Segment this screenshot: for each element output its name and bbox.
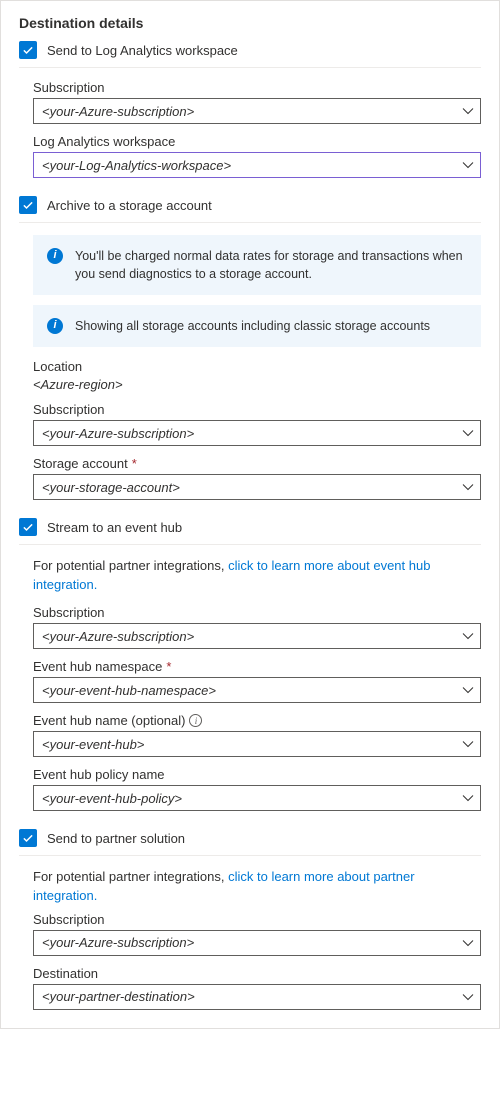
chevron-down-icon (462, 792, 474, 804)
required-marker: * (166, 659, 171, 674)
partner-checkbox-row: Send to partner solution (19, 829, 481, 847)
storage-info-charges-text: You'll be charged normal data rates for … (75, 247, 467, 283)
eh-name-dropdown[interactable]: <your-event-hub> (33, 731, 481, 757)
chevron-down-icon (462, 481, 474, 493)
chevron-down-icon (462, 738, 474, 750)
storage-account-label: Storage account * (33, 456, 481, 471)
eventhub-section: For potential partner integrations, clic… (19, 557, 481, 811)
storage-section: i You'll be charged normal data rates fo… (19, 235, 481, 500)
log-analytics-checkbox-label: Send to Log Analytics workspace (47, 43, 238, 58)
partner-checkbox[interactable] (19, 829, 37, 847)
page-title: Destination details (19, 15, 481, 31)
storage-info-charges: i You'll be charged normal data rates fo… (33, 235, 481, 295)
checkmark-icon (22, 521, 34, 533)
storage-checkbox[interactable] (19, 196, 37, 214)
partner-subscription-dropdown[interactable]: <your-Azure-subscription> (33, 930, 481, 956)
info-icon: i (47, 248, 63, 264)
la-workspace-value: <your-Log-Analytics-workspace> (42, 158, 231, 173)
eh-subscription-label: Subscription (33, 605, 481, 620)
required-marker: * (132, 456, 137, 471)
partner-destination-dropdown[interactable]: <your-partner-destination> (33, 984, 481, 1010)
chevron-down-icon (462, 991, 474, 1003)
log-analytics-section: Subscription <your-Azure-subscription> L… (19, 80, 481, 178)
eventhub-partner-text: For potential partner integrations, clic… (33, 557, 481, 595)
chevron-down-icon (462, 937, 474, 949)
destination-details-panel: Destination details Send to Log Analytic… (0, 0, 500, 1029)
storage-location-value: <Azure-region> (33, 377, 481, 392)
partner-partner-text: For potential partner integrations, clic… (33, 868, 481, 906)
partner-subscription-value: <your-Azure-subscription> (42, 935, 194, 950)
eventhub-checkbox[interactable] (19, 518, 37, 536)
partner-subscription-label: Subscription (33, 912, 481, 927)
storage-subscription-dropdown[interactable]: <your-Azure-subscription> (33, 420, 481, 446)
storage-subscription-value: <your-Azure-subscription> (42, 426, 194, 441)
storage-account-dropdown[interactable]: <your-storage-account> (33, 474, 481, 500)
checkmark-icon (22, 44, 34, 56)
divider (19, 544, 481, 545)
eh-name-label: Event hub name (optional) i (33, 713, 481, 728)
chevron-down-icon (462, 684, 474, 696)
la-workspace-label: Log Analytics workspace (33, 134, 481, 149)
eh-subscription-dropdown[interactable]: <your-Azure-subscription> (33, 623, 481, 649)
storage-checkbox-row: Archive to a storage account (19, 196, 481, 214)
eh-policy-dropdown[interactable]: <your-event-hub-policy> (33, 785, 481, 811)
storage-checkbox-label: Archive to a storage account (47, 198, 212, 213)
log-analytics-checkbox[interactable] (19, 41, 37, 59)
la-subscription-label: Subscription (33, 80, 481, 95)
storage-info-classic: i Showing all storage accounts including… (33, 305, 481, 347)
eh-namespace-dropdown[interactable]: <your-event-hub-namespace> (33, 677, 481, 703)
storage-location-label: Location (33, 359, 481, 374)
partner-destination-label: Destination (33, 966, 481, 981)
partner-destination-value: <your-partner-destination> (42, 989, 195, 1004)
divider (19, 222, 481, 223)
divider (19, 67, 481, 68)
checkmark-icon (22, 199, 34, 211)
partner-section: For potential partner integrations, clic… (19, 868, 481, 1010)
chevron-down-icon (462, 630, 474, 642)
chevron-down-icon (462, 159, 474, 171)
storage-info-classic-text: Showing all storage accounts including c… (75, 317, 430, 335)
log-analytics-checkbox-row: Send to Log Analytics workspace (19, 41, 481, 59)
eh-namespace-label: Event hub namespace * (33, 659, 481, 674)
chevron-down-icon (462, 427, 474, 439)
eventhub-checkbox-row: Stream to an event hub (19, 518, 481, 536)
eh-subscription-value: <your-Azure-subscription> (42, 629, 194, 644)
divider (19, 855, 481, 856)
storage-subscription-label: Subscription (33, 402, 481, 417)
info-tooltip-icon[interactable]: i (189, 714, 202, 727)
info-icon: i (47, 318, 63, 334)
eh-policy-value: <your-event-hub-policy> (42, 791, 182, 806)
la-subscription-dropdown[interactable]: <your-Azure-subscription> (33, 98, 481, 124)
storage-account-value: <your-storage-account> (42, 480, 180, 495)
eh-policy-label: Event hub policy name (33, 767, 481, 782)
eventhub-checkbox-label: Stream to an event hub (47, 520, 182, 535)
checkmark-icon (22, 832, 34, 844)
chevron-down-icon (462, 105, 474, 117)
eh-name-value: <your-event-hub> (42, 737, 144, 752)
partner-checkbox-label: Send to partner solution (47, 831, 185, 846)
la-workspace-dropdown[interactable]: <your-Log-Analytics-workspace> (33, 152, 481, 178)
eh-namespace-value: <your-event-hub-namespace> (42, 683, 216, 698)
la-subscription-value: <your-Azure-subscription> (42, 104, 194, 119)
